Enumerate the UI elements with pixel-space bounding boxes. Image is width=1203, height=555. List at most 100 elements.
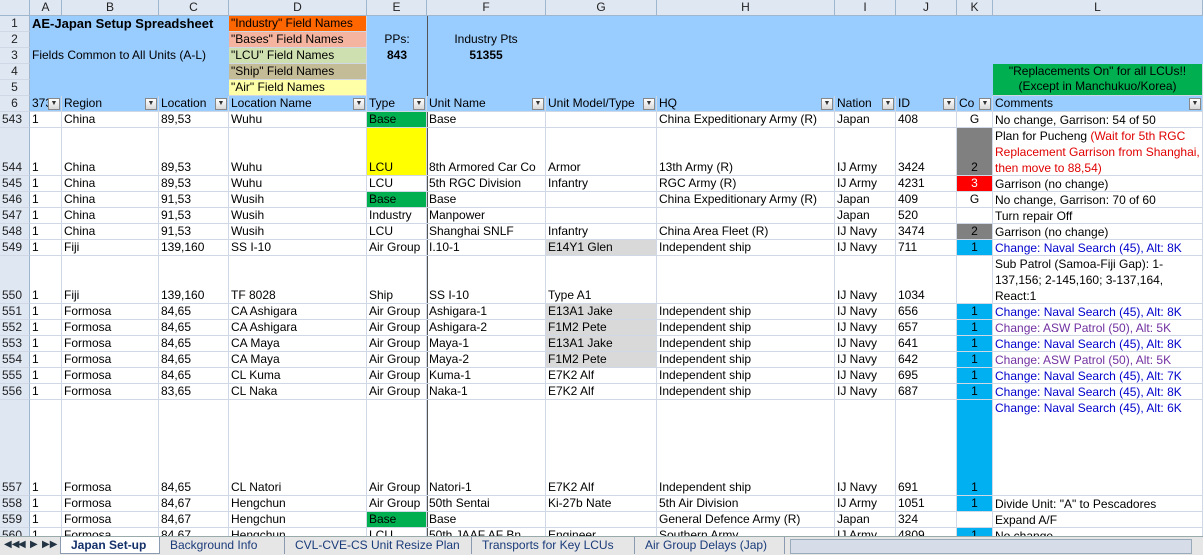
cell-i[interactable]: Japan	[835, 112, 896, 128]
cell-l[interactable]: Change: Naval Search (45), Alt: 8K	[993, 384, 1203, 400]
cell-k[interactable]: 1	[957, 352, 993, 368]
cell-b[interactable]: China	[62, 192, 159, 208]
cell-j[interactable]: 687	[896, 384, 957, 400]
cell-j[interactable]: 657	[896, 320, 957, 336]
cell-h[interactable]: Southern Army	[657, 528, 835, 536]
row-header[interactable]: 553	[0, 336, 30, 352]
cell-h[interactable]	[657, 256, 835, 304]
cell-d[interactable]: TF 8028	[229, 256, 367, 304]
cell-a[interactable]: 1	[30, 384, 62, 400]
cell-b[interactable]: Formosa	[62, 336, 159, 352]
cell-k[interactable]: 1	[957, 240, 993, 256]
row-header[interactable]: 555	[0, 368, 30, 384]
filter-dropdown-icon[interactable]: ▼	[943, 98, 955, 110]
cell-g[interactable]	[546, 208, 657, 224]
cell-i[interactable]: Japan	[835, 512, 896, 528]
cell-g[interactable]: F1M2 Pete	[546, 320, 657, 336]
cell-a[interactable]: 1	[30, 528, 62, 536]
cell-l[interactable]: No change, Garrison: 54 of 50	[993, 112, 1203, 128]
field-header[interactable]: Comments ▼	[993, 96, 1203, 112]
cell-c[interactable]: 84,65	[159, 304, 229, 320]
cell-b[interactable]: China	[62, 224, 159, 240]
cell-e[interactable]: Air Group	[367, 320, 427, 336]
row-header[interactable]: 2	[0, 32, 30, 48]
row-header[interactable]: 556	[0, 384, 30, 400]
cell-l[interactable]: Change: Naval Search (45), Alt: 7K	[993, 368, 1203, 384]
cell-c[interactable]: 84,65	[159, 320, 229, 336]
row-header[interactable]: 1	[0, 16, 30, 32]
sheet-tab[interactable]: Background Info	[160, 537, 285, 554]
cell-c[interactable]: 89,53	[159, 176, 229, 192]
cell-j[interactable]: 656	[896, 304, 957, 320]
tab-scroll-button[interactable]: ▶▶	[42, 539, 57, 550]
cell-b[interactable]: Formosa	[62, 400, 159, 496]
cell-b[interactable]: China	[62, 176, 159, 192]
cell-l[interactable]: Sub Patrol (Samoa-Fiji Gap): 1-137,156; …	[993, 256, 1203, 304]
cell-k[interactable]: G	[957, 112, 993, 128]
cell-h[interactable]: Independent ship	[657, 400, 835, 496]
field-header[interactable]: Location Name ▼	[229, 96, 367, 112]
cell-l[interactable]: Change: Naval Search (45), Alt: 8K	[993, 336, 1203, 352]
row-header[interactable]: 560	[0, 528, 30, 536]
cell-f[interactable]: Maya-1	[427, 336, 546, 352]
cell-g[interactable]: E14Y1 Glen	[546, 240, 657, 256]
cell-g[interactable]: E13A1 Jake	[546, 304, 657, 320]
cell-h[interactable]: Independent ship	[657, 368, 835, 384]
cell-f[interactable]: 8th Armored Car Co	[427, 128, 546, 176]
cell-i[interactable]: IJ Navy	[835, 336, 896, 352]
column-header[interactable]: K	[957, 0, 993, 16]
cell-e[interactable]: LCU	[367, 528, 427, 536]
cell-c[interactable]: 83,65	[159, 384, 229, 400]
cell-h[interactable]: China Expeditionary Army (R)	[657, 112, 835, 128]
cell-h[interactable]: Independent ship	[657, 336, 835, 352]
filter-dropdown-icon[interactable]: ▼	[353, 98, 365, 110]
cell-i[interactable]: IJ Army	[835, 528, 896, 536]
cell-a[interactable]: 1	[30, 368, 62, 384]
cell-e[interactable]: Air Group	[367, 304, 427, 320]
cell-l[interactable]: Garrison (no change)	[993, 176, 1203, 192]
cell-j[interactable]: 3474	[896, 224, 957, 240]
cell-e[interactable]: Air Group	[367, 400, 427, 496]
cell-k[interactable]: 1	[957, 304, 993, 320]
cell-i[interactable]: IJ Navy	[835, 224, 896, 240]
cell-h[interactable]: 13th Army (R)	[657, 128, 835, 176]
cell-g[interactable]: Infantry	[546, 224, 657, 240]
cell-g[interactable]	[546, 512, 657, 528]
cell-j[interactable]: 711	[896, 240, 957, 256]
cell-a[interactable]: 1	[30, 304, 62, 320]
cell-f[interactable]: Shanghai SNLF	[427, 224, 546, 240]
cell-a[interactable]: 1	[30, 336, 62, 352]
row-header[interactable]: 554	[0, 352, 30, 368]
row-header[interactable]: 4	[0, 64, 30, 80]
cell-l[interactable]: Change: Naval Search (45), Alt: 8K	[993, 304, 1203, 320]
cell-l[interactable]: Change: ASW Patrol (50), Alt: 5K	[993, 352, 1203, 368]
row-header[interactable]: 548	[0, 224, 30, 240]
cell-e[interactable]: Industry	[367, 208, 427, 224]
cell-a[interactable]: 1	[30, 208, 62, 224]
row-header[interactable]: 3	[0, 48, 30, 64]
cell-k[interactable]: 1	[957, 368, 993, 384]
field-header[interactable]: ID ▼	[896, 96, 957, 112]
cell-k[interactable]: 2	[957, 224, 993, 240]
column-header[interactable]: B	[62, 0, 159, 16]
cell-e[interactable]: Air Group	[367, 352, 427, 368]
cell-l[interactable]: Plan for Pucheng (Wait for 5th RGC Repla…	[993, 128, 1203, 176]
cell-j[interactable]: 695	[896, 368, 957, 384]
cell-c[interactable]: 84,65	[159, 352, 229, 368]
field-header[interactable]: Co ▼	[957, 96, 993, 112]
spreadsheet-grid[interactable]: A B C D E F G H I J K L 1 2 3 4 5 6 AE-Japan Setup Spreads…	[0, 0, 1203, 536]
cell-f[interactable]: Base	[427, 112, 546, 128]
cell-c[interactable]: 84,67	[159, 512, 229, 528]
cell-b[interactable]: China	[62, 112, 159, 128]
cell-j[interactable]: 409	[896, 192, 957, 208]
cell-b[interactable]: Formosa	[62, 304, 159, 320]
field-header[interactable]: Unit Name ▼	[427, 96, 546, 112]
cell-c[interactable]: 84,65	[159, 336, 229, 352]
cell-l[interactable]: No change	[993, 528, 1203, 536]
cell-a[interactable]: 1	[30, 320, 62, 336]
cell-e[interactable]: LCU	[367, 128, 427, 176]
column-header[interactable]: L	[993, 0, 1203, 16]
row-header[interactable]: 552	[0, 320, 30, 336]
cell-a[interactable]: 1	[30, 496, 62, 512]
cell-a[interactable]: 1	[30, 256, 62, 304]
